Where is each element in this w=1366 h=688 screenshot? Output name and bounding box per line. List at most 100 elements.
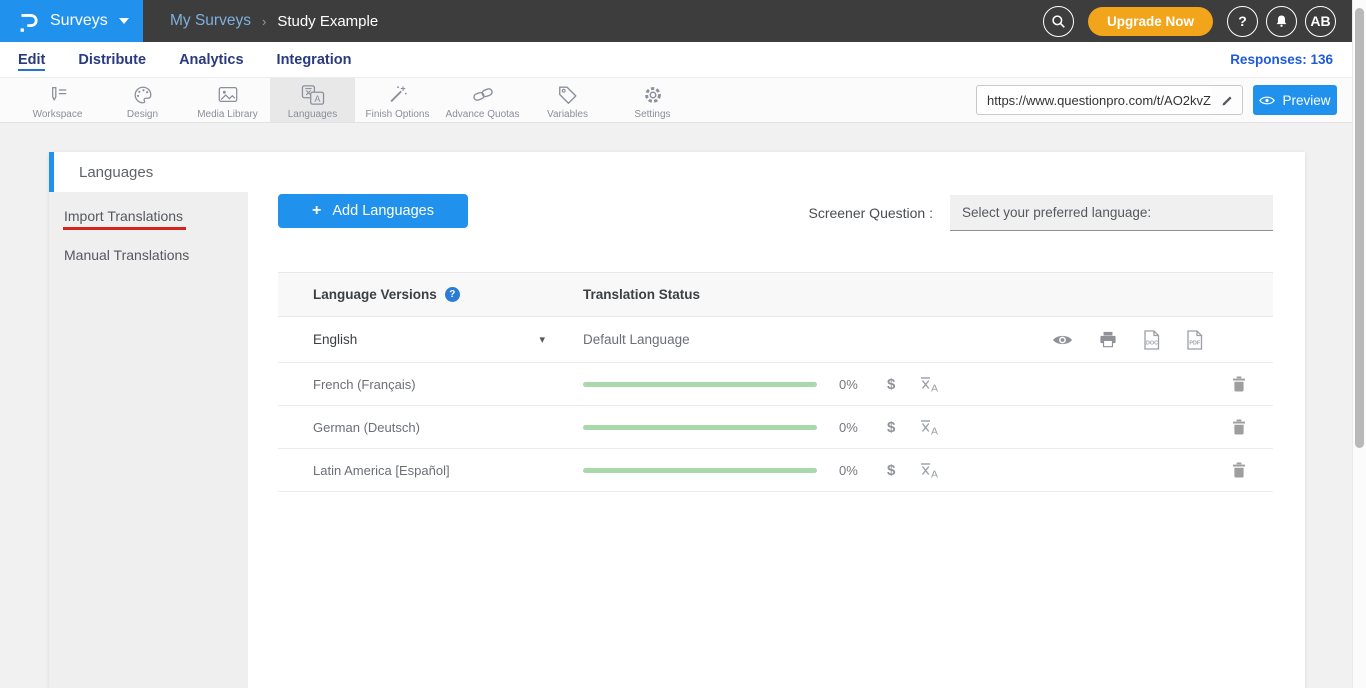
toolbar-label: Settings — [634, 109, 670, 120]
pencil-icon — [1221, 94, 1234, 107]
languages-sidebar: Import Translations Manual Translations — [49, 192, 248, 688]
table-row-german: German (Deutsch) 0% $ A — [278, 406, 1273, 449]
translate-icon: A — [919, 375, 940, 393]
tab-edit[interactable]: Edit — [18, 42, 45, 77]
printer-icon — [1099, 331, 1117, 348]
paid-translation-button[interactable]: $ — [887, 419, 895, 436]
translation-progress-bar — [583, 382, 817, 387]
svg-text:A: A — [931, 426, 938, 437]
tab-integration[interactable]: Integration — [277, 42, 352, 77]
toolbar-label: Languages — [288, 109, 338, 120]
settings-gear-icon — [642, 84, 664, 106]
pdf-file-icon: PDF — [1186, 330, 1203, 350]
export-pdf-button[interactable]: PDF — [1186, 330, 1203, 350]
view-survey-button[interactable] — [1052, 333, 1073, 347]
survey-url-field[interactable]: https://www.questionpro.com/t/AO2kvZ — [976, 85, 1243, 115]
delete-language-button[interactable] — [1232, 419, 1246, 435]
trash-icon — [1232, 419, 1246, 435]
sidebar-item-label: Manual Translations — [64, 247, 189, 263]
help-button[interactable]: ? — [1227, 6, 1258, 37]
svg-text:PDF: PDF — [1189, 340, 1200, 346]
language-name: English — [313, 332, 357, 347]
toolbar-item-finish-options[interactable]: Finish Options — [355, 78, 440, 122]
panel-title: Languages — [79, 164, 153, 181]
finish-options-wand-icon — [387, 84, 409, 106]
print-survey-button[interactable] — [1099, 331, 1117, 348]
product-switcher[interactable]: Surveys — [0, 0, 143, 42]
variables-tag-icon — [557, 84, 579, 106]
survey-url-text[interactable]: https://www.questionpro.com/t/AO2kvZ — [977, 93, 1212, 108]
auto-translate-button[interactable]: A — [919, 461, 940, 479]
default-language-status: Default Language — [583, 332, 690, 347]
screener-question-select[interactable]: Select your preferred language: — [950, 195, 1273, 231]
toolbar-item-media-library[interactable]: Media Library — [185, 78, 270, 122]
design-palette-icon — [132, 84, 154, 106]
tab-distribute[interactable]: Distribute — [78, 42, 146, 77]
tab-analytics[interactable]: Analytics — [179, 42, 243, 77]
delete-language-button[interactable] — [1232, 462, 1246, 478]
toolbar-item-advance-quotas[interactable]: Advance Quotas — [440, 78, 525, 122]
preview-button[interactable]: Preview — [1253, 85, 1337, 115]
toolbar-item-variables[interactable]: Variables — [525, 78, 610, 122]
translation-percent: 0% — [839, 463, 869, 478]
table-header: Language Versions ? Translation Status — [278, 272, 1273, 317]
doc-file-icon: DOC — [1143, 330, 1160, 350]
toolbar-item-languages[interactable]: A Languages — [270, 78, 355, 122]
screener-question-label: Screener Question : — [808, 205, 933, 221]
sidebar-item-manual-translations[interactable]: Manual Translations — [49, 235, 248, 274]
translate-icon: A — [919, 418, 940, 436]
toolbar-label: Workspace — [33, 109, 83, 120]
paid-translation-button[interactable]: $ — [887, 462, 895, 479]
languages-panel: Languages Import Translations Manual Tra… — [49, 152, 1305, 688]
language-name: French (Français) — [313, 377, 416, 392]
toolbar-item-settings[interactable]: Settings — [610, 78, 695, 122]
col-language-versions: Language Versions — [313, 287, 437, 302]
delete-language-button[interactable] — [1232, 376, 1246, 392]
plus-icon: + — [312, 202, 321, 220]
paid-translation-button[interactable]: $ — [887, 376, 895, 393]
upgrade-now-button[interactable]: Upgrade Now — [1088, 7, 1213, 36]
preview-label: Preview — [1282, 93, 1330, 108]
breadcrumb-separator: › — [262, 14, 266, 29]
toolbar-label: Finish Options — [366, 109, 430, 120]
help-icon[interactable]: ? — [445, 287, 460, 302]
avatar-initials: AB — [1310, 13, 1330, 29]
auto-translate-button[interactable]: A — [919, 375, 940, 393]
scrollbar-thumb[interactable] — [1355, 8, 1364, 448]
sidebar-item-import-translations[interactable]: Import Translations — [49, 196, 248, 235]
breadcrumb-my-surveys[interactable]: My Surveys — [170, 12, 251, 30]
toolbar-item-workspace[interactable]: Workspace — [15, 78, 100, 122]
notifications-button[interactable] — [1266, 6, 1297, 37]
language-versions-table: Language Versions ? Translation Status E… — [278, 272, 1273, 492]
eye-icon — [1052, 333, 1073, 347]
screener-question-value: Select your preferred language: — [962, 205, 1151, 220]
auto-translate-button[interactable]: A — [919, 418, 940, 436]
edit-url-button[interactable] — [1212, 86, 1242, 114]
export-doc-button[interactable]: DOC — [1143, 330, 1160, 350]
annotation-red-underline — [63, 227, 186, 230]
svg-text:A: A — [931, 383, 938, 394]
add-languages-button[interactable]: + Add Languages — [278, 194, 468, 228]
page-scrollbar[interactable] — [1352, 0, 1366, 688]
sidebar-item-label: Import Translations — [64, 208, 183, 224]
default-row-actions: DOC PDF — [1052, 330, 1203, 350]
chevron-down-icon — [119, 18, 129, 24]
top-bar: Surveys My Surveys › Study Example Upgra… — [0, 0, 1366, 42]
languages-icon: A — [301, 84, 325, 106]
toolbar-item-design[interactable]: Design — [100, 78, 185, 122]
search-button[interactable] — [1043, 6, 1074, 37]
table-row-french: French (Français) 0% $ A — [278, 363, 1273, 406]
product-name: Surveys — [50, 12, 108, 30]
responses-count[interactable]: Responses: 136 — [1230, 52, 1366, 67]
translate-icon: A — [919, 461, 940, 479]
questionpro-logo-icon — [15, 8, 41, 34]
survey-nav-bar: Edit Distribute Analytics Integration Re… — [0, 42, 1366, 78]
table-row-spanish: Latin America [Español] 0% $ A — [278, 449, 1273, 492]
search-icon — [1050, 13, 1067, 30]
workspace-icon — [47, 84, 69, 106]
language-dropdown-caret[interactable]: ▾ — [539, 333, 545, 346]
advance-quotas-links-icon — [472, 84, 494, 106]
avatar[interactable]: AB — [1305, 6, 1336, 37]
toolbar-label: Variables — [547, 109, 588, 120]
nav-tabs: Edit Distribute Analytics Integration — [0, 42, 351, 77]
